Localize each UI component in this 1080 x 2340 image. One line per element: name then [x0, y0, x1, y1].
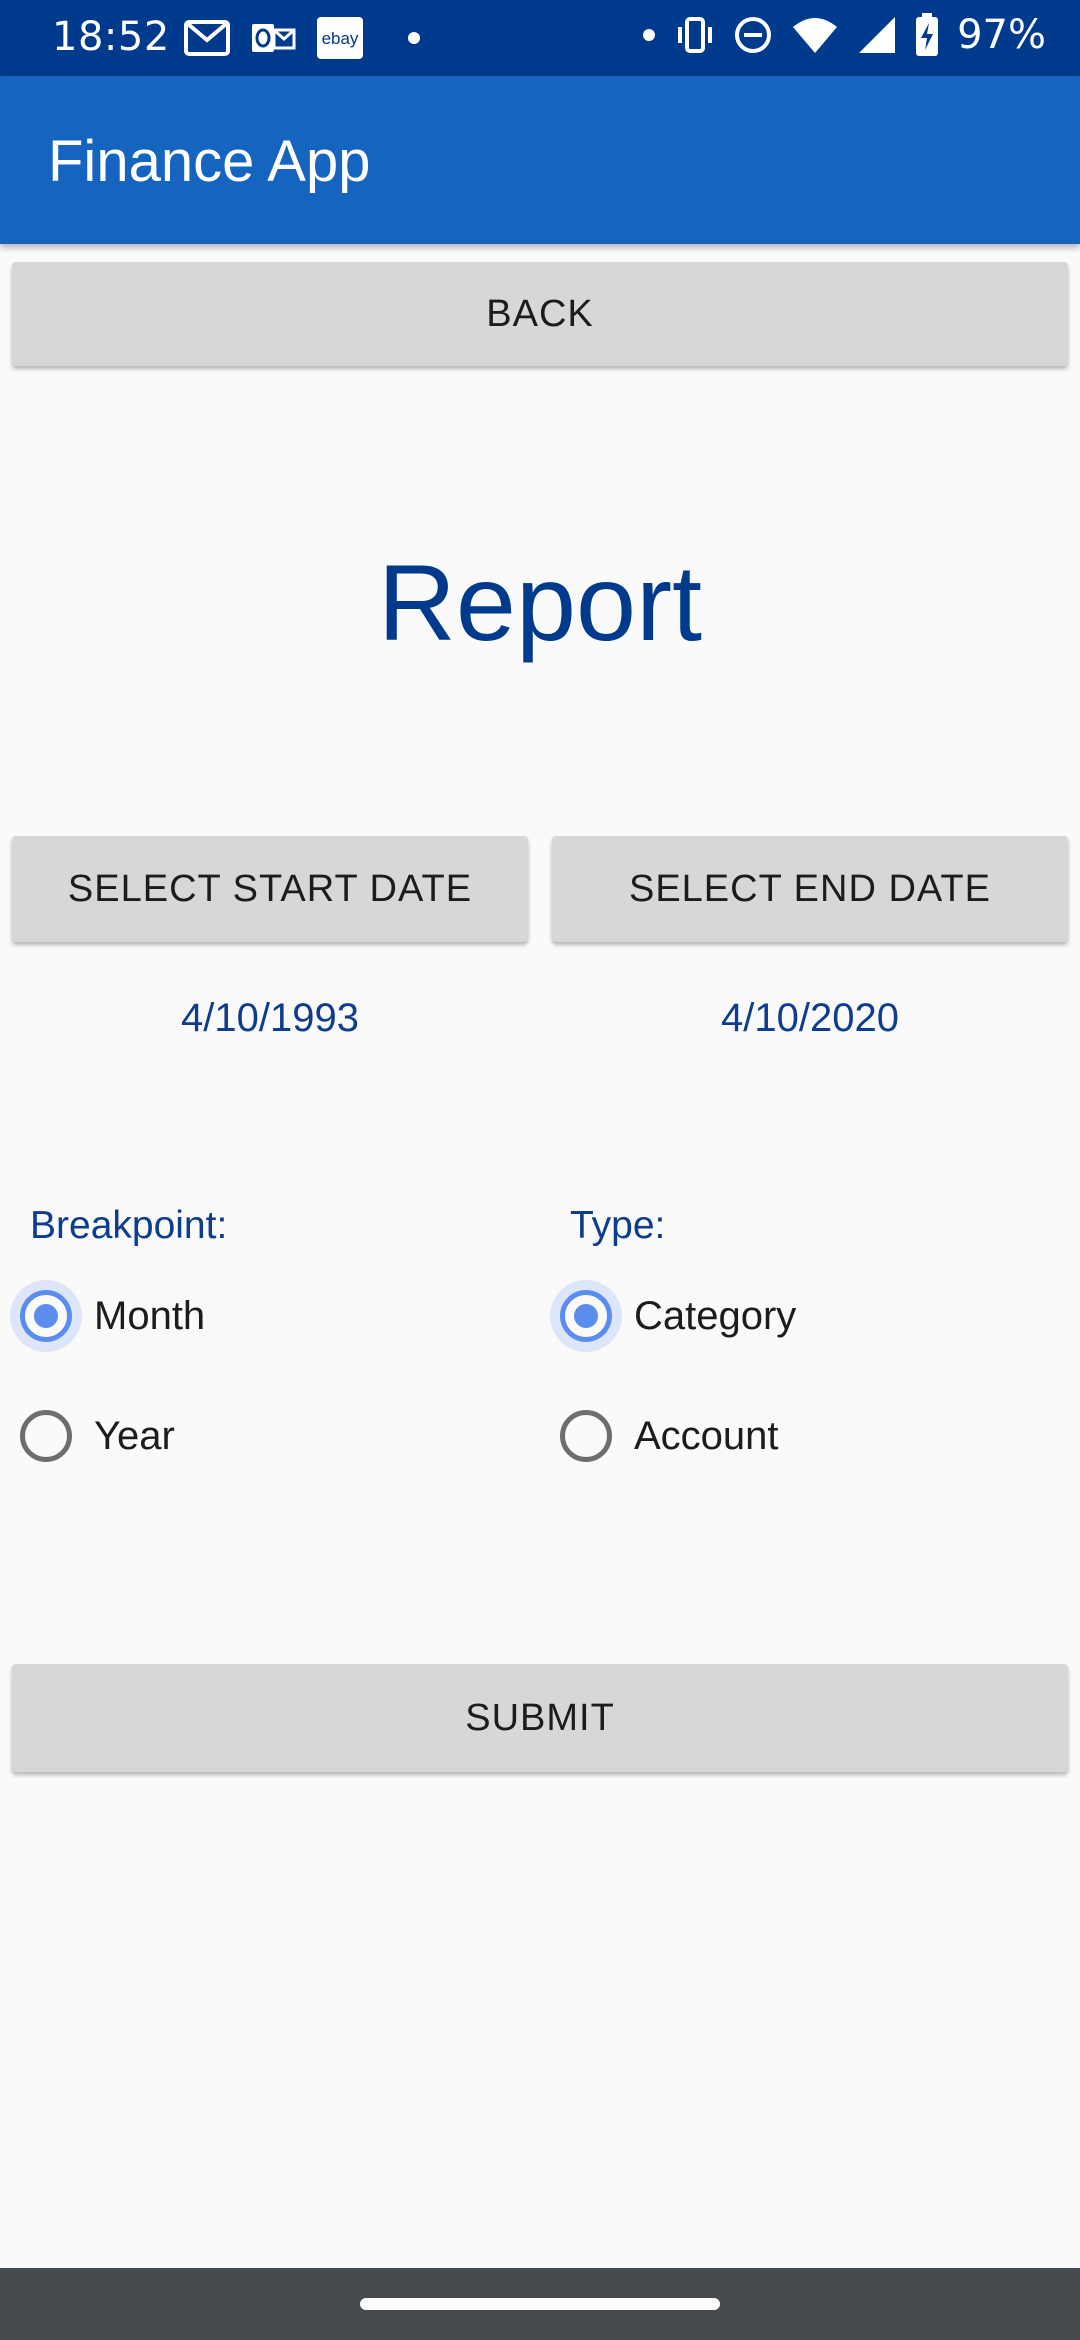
ebay-text: ebay: [322, 29, 359, 48]
radio-category-label: Category: [634, 1293, 797, 1338]
battery-charging-icon: [916, 13, 939, 56]
select-end-date-button[interactable]: SELECT END DATE: [552, 836, 1068, 942]
status-system-icons: 97%: [641, 12, 1046, 58]
app-title: Finance App: [48, 129, 371, 194]
vibrate-icon: [678, 17, 713, 53]
radio-month-label: Month: [94, 1293, 206, 1338]
battery-percent: 97%: [957, 12, 1046, 58]
gmail-icon: [184, 20, 230, 56]
radio-checked-icon[interactable]: [20, 1290, 72, 1342]
outlook-icon: [252, 24, 296, 52]
radio-year[interactable]: Year: [0, 1396, 175, 1476]
status-bar: 18:52 ebay 97%: [0, 0, 1080, 76]
navigation-bar: [0, 2268, 1080, 2340]
breakpoint-label: Breakpoint:: [30, 1204, 228, 1247]
submit-button[interactable]: SUBMIT: [12, 1664, 1068, 1772]
status-time: 18:52: [52, 14, 170, 60]
select-start-date-button[interactable]: SELECT START DATE: [12, 836, 528, 942]
dot-icon: [408, 32, 420, 44]
radio-unchecked-icon[interactable]: [560, 1410, 612, 1462]
radio-month[interactable]: Month: [0, 1276, 205, 1356]
status-notification-icons: ebay: [184, 16, 426, 60]
end-date-value: 4/10/2020: [721, 996, 899, 1040]
wifi-icon: [793, 18, 838, 53]
back-button[interactable]: BACK: [12, 262, 1068, 366]
radio-account-label: Account: [634, 1413, 779, 1458]
type-label: Type:: [570, 1204, 666, 1247]
screen: 18:52 ebay 97% Finance App BACK Report S…: [0, 0, 1080, 2340]
start-date-value: 4/10/1993: [181, 996, 359, 1040]
radio-account[interactable]: Account: [540, 1396, 779, 1476]
page-title: Report: [377, 542, 703, 663]
radio-year-label: Year: [94, 1413, 175, 1458]
app-bar: Finance App: [0, 76, 1080, 244]
dot-icon: [643, 29, 656, 41]
radio-checked-icon[interactable]: [560, 1290, 612, 1342]
home-gesture-handle[interactable]: [360, 2298, 720, 2310]
dnd-icon: [735, 17, 772, 53]
signal-icon: [859, 17, 896, 53]
radio-unchecked-icon[interactable]: [20, 1410, 72, 1462]
radio-category[interactable]: Category: [540, 1276, 796, 1356]
ebay-icon: ebay: [317, 17, 363, 59]
